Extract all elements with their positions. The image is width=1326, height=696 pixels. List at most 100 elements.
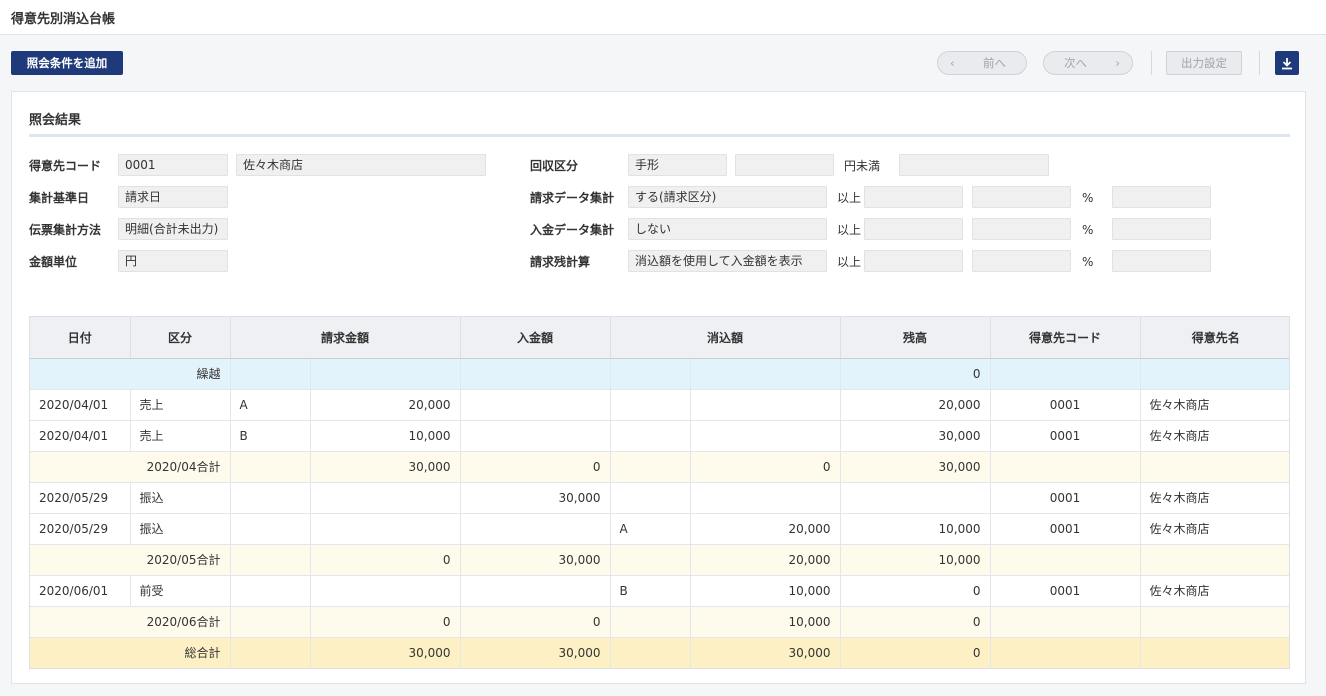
payment-amount-cell: 30,000	[460, 637, 611, 668]
range-field	[972, 218, 1071, 240]
column-header[interactable]: 消込額	[610, 317, 841, 359]
add-condition-button[interactable]: 照会条件を追加	[11, 51, 123, 75]
customer-code-cell: 0001	[990, 513, 1141, 545]
carry-forward-row[interactable]: 繰越 0	[30, 358, 1289, 390]
balance-cell: 10,000	[840, 544, 991, 576]
percent-label: %	[1082, 255, 1094, 269]
collection-field-3	[899, 154, 1049, 176]
table-header-row: 日付 区分 請求金額 入金額 消込額 残高 得意先コード 得意先名	[30, 317, 1289, 359]
table-row[interactable]: 2020/04/01 売上 B 10,000 30,000 0001 佐々木商店	[30, 420, 1289, 452]
page-title: 得意先別消込台帳	[11, 12, 116, 27]
balance-cell: 0	[840, 637, 991, 668]
slip-method-label: 伝票集計方法	[29, 223, 102, 237]
yen-under-label: 円未満	[844, 159, 881, 173]
clear-amount-cell: 0	[690, 451, 841, 483]
bill-amount-cell: 30,000	[310, 451, 461, 483]
date-cell: 2020/06/01	[30, 575, 131, 607]
billing-agg-field: する(請求区分)	[628, 186, 827, 208]
subtotal-row[interactable]: 2020/06合計 0 0 10,000 0	[30, 606, 1289, 638]
payment-agg-label: 入金データ集計	[530, 223, 615, 237]
prev-button-label: 前へ	[983, 56, 1006, 70]
table-row[interactable]: 2020/05/29 振込 30,000 0001 佐々木商店	[30, 482, 1289, 514]
customer-code-label: 得意先コード	[29, 159, 102, 173]
ledger-table: 日付 区分 請求金額 入金額 消込額 残高 得意先コード 得意先名 繰越 0 2…	[30, 317, 1289, 668]
date-cell: 2020/05/29	[30, 482, 131, 514]
bill-amount-cell	[310, 575, 461, 607]
column-header[interactable]: 入金額	[460, 317, 611, 359]
next-button[interactable]: 次へ ›	[1043, 51, 1133, 75]
bill-code-cell: B	[230, 420, 311, 452]
customer-code-cell: 0001	[990, 420, 1141, 452]
balance-cell: 0	[840, 358, 991, 390]
output-settings-button[interactable]: 出力設定	[1166, 51, 1242, 75]
bill-code-cell	[230, 513, 311, 545]
row-label: 2020/04合計	[30, 451, 231, 483]
clear-amount-cell: 30,000	[690, 637, 841, 668]
range-field	[864, 186, 963, 208]
table-row[interactable]: 2020/04/01 売上 A 20,000 20,000 0001 佐々木商店	[30, 389, 1289, 421]
column-header[interactable]: 請求金額	[230, 317, 461, 359]
range-field	[864, 218, 963, 240]
billing-agg-label: 請求データ集計	[530, 191, 615, 205]
column-header[interactable]: 日付	[30, 317, 131, 359]
download-button[interactable]	[1275, 51, 1299, 75]
above-label: 以上	[837, 255, 862, 269]
toolbar-divider	[1259, 51, 1260, 75]
column-header[interactable]: 区分	[130, 317, 231, 359]
customer-code-cell: 0001	[990, 575, 1141, 607]
bill-amount-cell	[310, 482, 461, 514]
clear-amount-cell: 20,000	[690, 544, 841, 576]
bill-amount-cell: 0	[310, 544, 461, 576]
bill-amount-cell	[310, 513, 461, 545]
table-row[interactable]: 2020/06/01 前受 B 10,000 0 0001 佐々木商店	[30, 575, 1289, 607]
date-cell: 2020/05/29	[30, 513, 131, 545]
collection-label: 回収区分	[530, 159, 579, 173]
balance-calc-field: 消込額を使用して入金額を表示	[628, 250, 827, 272]
title-bar: 得意先別消込台帳	[0, 0, 1326, 35]
subtotal-row[interactable]: 2020/04合計 30,000 0 0 30,000	[30, 451, 1289, 483]
balance-cell: 0	[840, 575, 991, 607]
kubun-cell: 売上	[130, 389, 231, 421]
percent-field	[1112, 250, 1211, 272]
table-row[interactable]: 2020/05/29 振込 A 20,000 10,000 0001 佐々木商店	[30, 513, 1289, 545]
percent-label: %	[1082, 191, 1094, 205]
customer-name-cell: 佐々木商店	[1140, 482, 1289, 514]
customer-name-cell: 佐々木商店	[1140, 389, 1289, 421]
above-label: 以上	[837, 223, 862, 237]
chevron-right-icon: ›	[1115, 56, 1120, 70]
customer-code-cell: 0001	[990, 389, 1141, 421]
slip-method-field: 明細(合計未出力)	[118, 218, 228, 240]
base-date-label: 集計基準日	[29, 191, 90, 205]
column-header[interactable]: 残高	[840, 317, 991, 359]
bill-amount-cell: 30,000	[310, 637, 461, 668]
row-label: 繰越	[30, 358, 231, 390]
subtotal-row[interactable]: 2020/05合計 0 30,000 20,000 10,000	[30, 544, 1289, 576]
clear-code-cell	[610, 482, 691, 514]
kubun-cell: 振込	[130, 513, 231, 545]
above-label: 以上	[837, 191, 862, 205]
row-label: 総合計	[30, 637, 231, 668]
toolbar-divider	[1151, 51, 1152, 75]
clear-code-cell: B	[610, 575, 691, 607]
result-panel: 照会結果 得意先コード 0001 佐々木商店 集計基準日 請求日 伝票集計方法 …	[11, 91, 1306, 684]
clear-code-cell	[610, 420, 691, 452]
range-field	[972, 186, 1071, 208]
payment-agg-field: しない	[628, 218, 827, 240]
chevron-left-icon: ‹	[950, 56, 955, 70]
bill-amount-cell: 0	[310, 606, 461, 638]
balance-calc-label: 請求残計算	[530, 255, 591, 269]
kubun-cell: 売上	[130, 420, 231, 452]
percent-label: %	[1082, 223, 1094, 237]
prev-button[interactable]: ‹ 前へ	[937, 51, 1027, 75]
bill-code-cell	[230, 482, 311, 514]
balance-cell: 0	[840, 606, 991, 638]
payment-amount-cell: 0	[460, 451, 611, 483]
balance-cell: 30,000	[840, 420, 991, 452]
customer-name-field: 佐々木商店	[236, 154, 486, 176]
clear-code-cell	[610, 389, 691, 421]
clear-amount-cell: 20,000	[690, 513, 841, 545]
grand-total-row[interactable]: 総合計 30,000 30,000 30,000 0	[30, 637, 1289, 668]
column-header[interactable]: 得意先コード	[990, 317, 1141, 359]
column-header[interactable]: 得意先名	[1140, 317, 1289, 359]
clear-amount-cell	[690, 420, 841, 452]
